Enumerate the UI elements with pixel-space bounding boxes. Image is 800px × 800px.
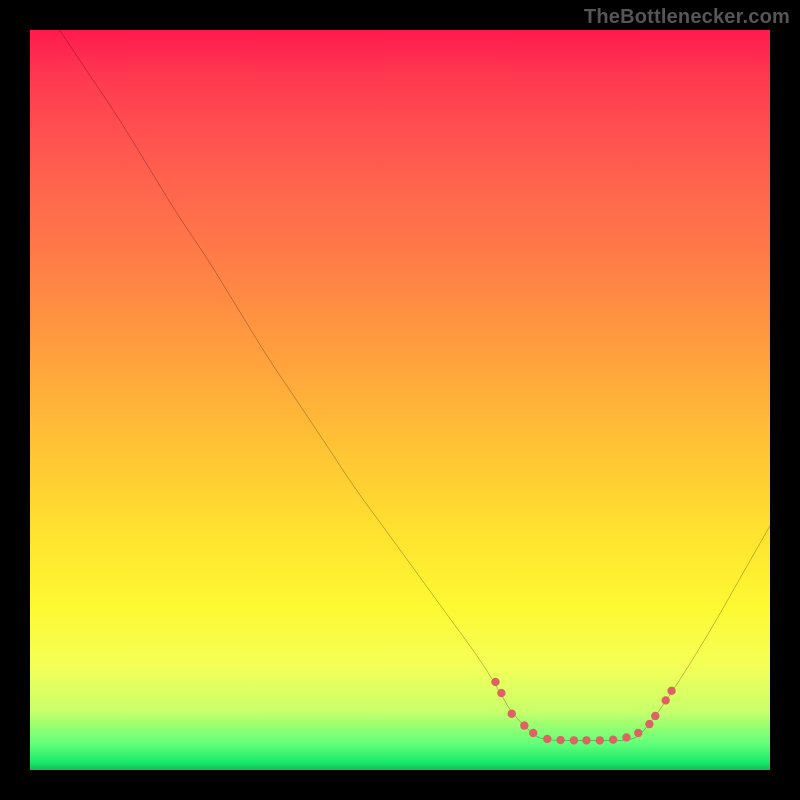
curve-marker <box>582 736 590 744</box>
curve-marker <box>645 720 653 728</box>
curve-marker <box>609 735 617 743</box>
curve-marker <box>596 736 604 744</box>
curve-marker <box>634 729 642 737</box>
curve-marker <box>661 696 669 704</box>
curve-marker-group <box>491 678 676 745</box>
curve-marker <box>491 678 499 686</box>
attribution-label: TheBottlenecker.com <box>584 6 790 29</box>
curve-marker <box>667 687 675 695</box>
curve-marker <box>543 735 551 743</box>
curve-marker <box>556 736 564 744</box>
chart-plot-area <box>30 30 770 770</box>
curve-marker <box>651 712 659 720</box>
bottleneck-curve <box>60 30 770 741</box>
curve-marker <box>508 710 516 718</box>
curve-marker <box>529 729 537 737</box>
curve-marker <box>622 733 630 741</box>
curve-marker <box>570 736 578 744</box>
curve-marker <box>497 689 505 697</box>
chart-svg <box>30 30 770 770</box>
curve-marker <box>520 721 528 729</box>
